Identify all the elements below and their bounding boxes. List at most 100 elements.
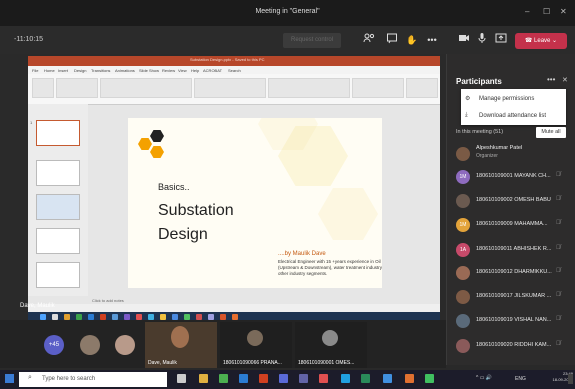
ppt-menu-view[interactable]: View (178, 68, 187, 73)
manage-permissions-item[interactable]: Manage permissions (479, 96, 534, 102)
download-attendance-item[interactable]: Download attendance list (479, 113, 546, 119)
ppt-menu-review[interactable]: Review (162, 68, 175, 73)
language-indicator[interactable]: ENG (515, 376, 526, 382)
ribbon-group-paragraph[interactable] (194, 78, 266, 98)
ppt-menu-transitions[interactable]: Transitions (91, 68, 110, 73)
ribbon-group-slides[interactable] (56, 78, 98, 98)
manage-permissions-icon: ⚙ (465, 96, 471, 102)
participant-row[interactable]: 1M 180610109009 MAHAMMA... 🎙̸ (456, 214, 571, 236)
slide-thumbnail[interactable] (36, 228, 80, 254)
app-icon[interactable] (279, 374, 288, 383)
app-icon[interactable] (405, 374, 414, 383)
maximize-icon[interactable]: ☐ (543, 7, 550, 16)
app-icon[interactable] (425, 374, 434, 383)
system-tray-icons[interactable]: ^ ▭ 🔊 (476, 375, 492, 381)
task-view-icon[interactable] (177, 374, 186, 383)
ppt-menu-design[interactable]: Design (74, 68, 86, 73)
meeting-timer: -11:10:15 (14, 36, 44, 43)
slide-thumbnail[interactable] (36, 262, 80, 288)
ribbon-group-adobe[interactable] (406, 78, 438, 98)
participants-title: Participants (456, 77, 502, 86)
close-icon[interactable]: ✕ (560, 7, 567, 16)
ppt-menu-acrobat[interactable]: ACROBAT (203, 68, 222, 73)
logo-hexagon (150, 146, 164, 158)
close-panel-icon[interactable]: ✕ (562, 76, 568, 84)
ppt-menu-insert[interactable]: Insert (58, 68, 68, 73)
avatar (322, 330, 338, 346)
ppt-menu-slideshow[interactable]: Slide Show (139, 68, 159, 73)
mic-off-icon: 🎙̸ (556, 220, 561, 226)
minimize-icon[interactable]: – (525, 7, 529, 16)
leave-button[interactable]: ☎ Leave ⌄ (515, 33, 567, 49)
slide-thumbnail[interactable] (36, 194, 80, 220)
participant-name: 180610109020 RIDDHI KAM... (476, 342, 552, 348)
notes-pane[interactable]: Click to add notes (28, 296, 440, 304)
app-icon[interactable] (361, 374, 370, 383)
avatar[interactable] (80, 335, 100, 355)
word-icon[interactable] (239, 374, 248, 383)
file-explorer-icon[interactable] (199, 374, 208, 383)
chat-icon[interactable] (384, 32, 400, 48)
participant-row[interactable]: 180610109019 VISHAL NAN... 🎙̸ (456, 310, 571, 332)
participant-name: 180610109001 MAYANK CH... (476, 173, 551, 179)
request-control-button[interactable]: Request control (283, 33, 341, 48)
ppt-menu-file[interactable]: File (32, 68, 38, 73)
more-options-icon[interactable]: ••• (547, 75, 555, 84)
participant-row[interactable]: 180610109012 DHARMIKKU... 🎙̸ (456, 262, 571, 284)
video-tile[interactable]: Dave, Maulik (145, 322, 217, 368)
participant-face (171, 326, 189, 348)
participant-row[interactable]: 180610109017 JILSKUMAR ... 🎙̸ (456, 286, 571, 308)
ppt-menu-home[interactable]: Home (44, 68, 55, 73)
avatar: 1M (456, 218, 470, 232)
avatar[interactable] (115, 335, 135, 355)
mic-off-icon: 🎙̸ (556, 196, 561, 202)
show-desktop-button[interactable] (568, 374, 573, 384)
ribbon-group-drawing[interactable] (268, 78, 350, 98)
participant-row[interactable]: 180610109002 OMESH BABU 🎙̸ (456, 190, 571, 212)
app-icon[interactable] (219, 374, 228, 383)
participants-options-menu (461, 89, 566, 125)
participant-row[interactable]: Alpeshkumar Patel Organizer (456, 143, 571, 165)
camera-icon[interactable] (456, 32, 472, 48)
video-tile-name: Dave, Maulik (148, 360, 177, 366)
teams-icon[interactable] (299, 374, 308, 383)
ppt-menu-help[interactable]: Help (191, 68, 199, 73)
ribbon-group-font[interactable] (100, 78, 192, 98)
participant-row[interactable]: 1M 180610109001 MAYANK CH... 🎙̸ (456, 166, 571, 188)
mic-off-icon: 🎙̸ (556, 341, 561, 347)
participant-name: 180610109009 MAHAMMA... (476, 221, 548, 227)
participant-role: Organizer (476, 153, 498, 159)
raise-hand-icon[interactable]: ✋ (404, 32, 420, 48)
video-tile[interactable]: 1806101090066 PRANA... (220, 322, 292, 368)
avatar: 1M (456, 170, 470, 184)
participant-row[interactable]: 180610109020 RIDDHI KAM... 🎙̸ (456, 335, 571, 357)
ribbon-group-editing[interactable] (352, 78, 404, 98)
app-icon[interactable] (383, 374, 392, 383)
avatar (456, 314, 470, 328)
share-tray-icon[interactable] (493, 32, 509, 48)
search-icon: ⌕ (28, 374, 32, 381)
current-slide[interactable]: Basics.. Substation Design ....by Maulik… (128, 118, 382, 288)
participant-name: 180610109019 VISHAL NAN... (476, 317, 552, 323)
windows-start-icon[interactable] (5, 374, 14, 383)
video-tile[interactable]: 1806101090001 OMES... (295, 322, 367, 368)
slide-thumbnail[interactable] (36, 160, 80, 186)
thumb-number: 1 (30, 120, 33, 125)
participants-icon[interactable] (361, 32, 377, 48)
app-icon[interactable] (319, 374, 328, 383)
app-icon[interactable] (341, 374, 350, 383)
participant-row[interactable]: 1A 180610109011 ABHISHEK R... 🎙̸ (456, 239, 571, 261)
mute-all-button[interactable]: Mute all (536, 127, 566, 138)
overflow-count[interactable]: +45 (44, 335, 64, 355)
video-tile-name: 1806101090001 OMES... (298, 360, 355, 366)
ppt-menu-animations[interactable]: Animations (115, 68, 135, 73)
more-actions-icon[interactable]: ••• (424, 32, 440, 48)
notes-placeholder: Click to add notes (92, 298, 124, 303)
slide-thumbnail[interactable] (36, 120, 80, 146)
ribbon-group-clipboard[interactable] (32, 78, 54, 98)
microphone-icon[interactable] (474, 32, 490, 48)
powerpoint-icon[interactable] (259, 374, 268, 383)
participant-name: Alpeshkumar Patel (476, 145, 523, 151)
ppt-menu-search[interactable]: Search (228, 68, 241, 73)
avatar (247, 330, 263, 346)
